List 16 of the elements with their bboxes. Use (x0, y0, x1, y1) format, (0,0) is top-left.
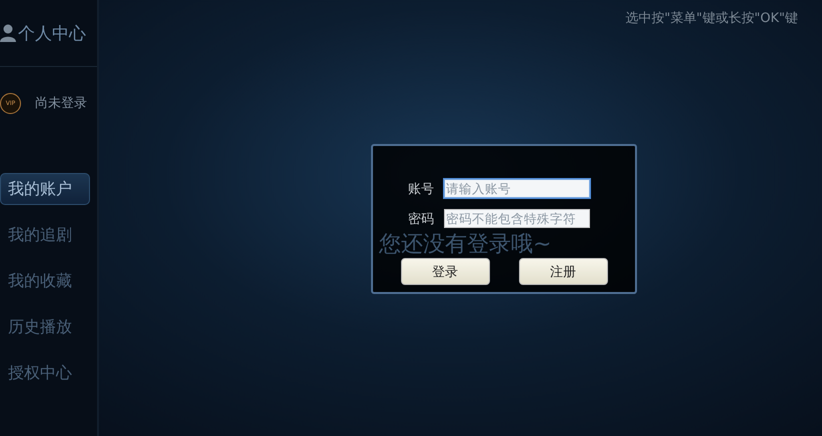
login-status: 尚未登录 (35, 95, 87, 112)
input-field[interactable]: 密码不能包含特殊字符 (444, 209, 590, 228)
register-button[interactable]: 注册 (518, 258, 608, 285)
sidebar-item[interactable]: 我的收藏 (0, 265, 97, 297)
field-label: 密码 (408, 210, 434, 228)
user-icon (0, 24, 16, 42)
sidebar-title: 个人中心 (18, 22, 86, 44)
sidebar-item[interactable]: 我的账户 (0, 173, 90, 205)
field-label: 账号 (408, 180, 434, 198)
login-button[interactable]: 登录 (400, 258, 490, 285)
hint-text: 选中按"菜单"键或长按"OK"键 (625, 10, 798, 27)
empty-message: 您还没有登录哦~ (379, 231, 552, 259)
sidebar-item[interactable]: 授权中心 (0, 357, 97, 389)
input-field[interactable]: 请输入账号 (444, 179, 590, 198)
sidebar-item[interactable]: 我的追剧 (0, 219, 97, 251)
sidebar-item[interactable]: 历史播放 (0, 311, 97, 343)
